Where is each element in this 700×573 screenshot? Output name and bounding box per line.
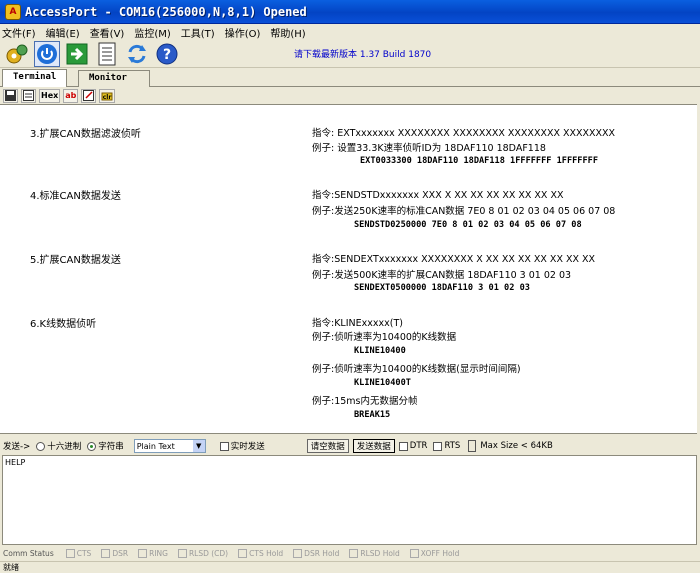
chevron-down-icon: ▼: [192, 440, 205, 452]
example-code: BREAK15: [354, 410, 391, 420]
send-label: 发送->: [3, 442, 31, 452]
window-title: AccessPort - COM16(256000,N,8,1) Opened: [25, 4, 307, 19]
menu-edit[interactable]: 编辑(E): [46, 25, 80, 40]
radio-hex[interactable]: [36, 441, 46, 451]
update-notice[interactable]: 请下载最新版本 1.37 Build 1870: [294, 47, 431, 60]
status-cts-hold: CTS Hold: [232, 548, 283, 558]
example-line: 例子: 设置33.3K速率侦听ID为 18DAF110 18DAF118: [312, 143, 546, 154]
example-code: SENDEXT0500000 18DAF110 3 01 02 03: [354, 283, 530, 293]
comm-status-bar: Comm Status CTS DSR RING RLSD (CD) CTS H…: [0, 546, 700, 560]
example-code: SENDSTD0250000 7E0 8 01 02 03 04 05 06 0…: [354, 220, 582, 230]
command-line: 指令:KLINExxxxx(T): [312, 318, 403, 329]
tab-monitor[interactable]: Monitor: [78, 70, 150, 87]
format-select[interactable]: Plain Text ▼: [133, 439, 206, 453]
dtr-checkbox[interactable]: [398, 441, 408, 451]
terminal-output[interactable]: 3.扩展CAN数据滤波侦听 指令: EXTxxxxxxx XXXXXXXX XX…: [0, 104, 697, 434]
section-title: 6.K线数据侦听: [30, 319, 97, 330]
terminal-toolbar: Hex ab clr: [0, 87, 700, 104]
realtime-label: 实时发送: [230, 442, 265, 452]
radio-hex-label: 十六进制: [47, 442, 82, 452]
realtime-checkbox[interactable]: [219, 441, 229, 451]
example-line: 例子:发送250K速率的标准CAN数据 7E0 8 01 02 03 04 05…: [312, 206, 616, 217]
command-line: 指令: EXTxxxxxxx XXXXXXXX XXXXXXXX XXXXXXX…: [312, 128, 616, 139]
example-line: 例子:15ms内无数据分帧: [312, 396, 418, 407]
section-title: 5.扩展CAN数据发送: [30, 255, 121, 266]
menu-help[interactable]: 帮助(H): [270, 25, 305, 40]
max-size-label: Max Size < 64KB: [480, 441, 553, 451]
clear-data-button[interactable]: 请空数据: [306, 439, 349, 453]
clear-icon[interactable]: clr: [99, 88, 116, 103]
svg-text:?: ?: [163, 47, 171, 63]
menu-view[interactable]: 查看(V): [90, 25, 125, 40]
help-icon[interactable]: ?: [154, 41, 180, 67]
status-dsr: DSR: [95, 548, 128, 558]
command-line: 指令:SENDSTDxxxxxxx XXX X XX XX XX XX XX X…: [312, 190, 564, 201]
menu-tools[interactable]: 工具(T): [181, 25, 215, 40]
example-code: KLINE10400: [354, 346, 406, 356]
section-title: 3.扩展CAN数据滤波侦听: [30, 129, 141, 140]
radio-string[interactable]: [87, 441, 97, 451]
comm-status-label: Comm Status: [3, 548, 54, 558]
main-toolbar: ? 请下载最新版本 1.37 Build 1870: [0, 40, 700, 68]
tab-strip: Terminal Monitor: [0, 69, 700, 87]
section-title: 4.标准CAN数据发送: [30, 191, 121, 202]
menu-monitor[interactable]: 监控(M): [134, 25, 170, 40]
menu-bar: 文件(F) 编辑(E) 查看(V) 监控(M) 工具(T) 操作(O) 帮助(H…: [0, 24, 700, 40]
save-icon[interactable]: [3, 88, 18, 103]
open-arrow-icon[interactable]: [64, 41, 90, 67]
refresh-icon[interactable]: [124, 41, 150, 67]
text-view-icon[interactable]: [21, 88, 36, 103]
example-code: KLINE10400T: [354, 378, 411, 388]
status-rlsd-hold: RLSD Hold: [343, 548, 400, 558]
document-icon[interactable]: [94, 41, 120, 67]
settings-gear-icon[interactable]: [4, 41, 30, 67]
status-rlsd: RLSD (CD): [172, 548, 228, 558]
example-line: 例子:发送500K速率的扩展CAN数据 18DAF110 3 01 02 03: [312, 270, 572, 281]
example-line: 例子:侦听速率为10400的K线数据: [312, 332, 457, 343]
send-data-button[interactable]: 发送数据: [352, 439, 395, 453]
ab-button[interactable]: ab: [63, 88, 79, 103]
send-bar: 发送-> 十六进制 字符串 Plain Text ▼ 实时发送 请空数据 发送数…: [0, 438, 700, 454]
dtr-label: DTR: [409, 441, 428, 451]
send-input[interactable]: HELP: [2, 455, 697, 545]
ready-status: 就绪: [0, 561, 700, 572]
radio-string-label: 字符串: [98, 442, 124, 452]
menu-file[interactable]: 文件(F): [2, 25, 36, 40]
hex-button[interactable]: Hex: [39, 88, 61, 103]
svg-text:clr: clr: [103, 94, 112, 101]
edit-icon[interactable]: [81, 88, 97, 103]
example-code: EXT0033300 18DAF110 18DAF118 1FFFFFFF 1F…: [360, 156, 598, 166]
rts-checkbox[interactable]: [433, 441, 443, 451]
title-bar: A AccessPort - COM16(256000,N,8,1) Opene…: [0, 0, 700, 24]
status-dsr-hold: DSR Hold: [287, 548, 339, 558]
status-cts: CTS: [60, 548, 91, 558]
format-select-value: Plain Text: [136, 441, 175, 451]
status-xoff-hold: XOFF Hold: [404, 548, 459, 558]
tab-terminal[interactable]: Terminal: [2, 69, 68, 87]
app-icon: A: [5, 3, 21, 20]
status-ring: RING: [132, 548, 168, 558]
command-line: 指令:SENDEXTxxxxxxx XXXXXXXX X XX XX XX XX…: [312, 254, 596, 265]
power-icon[interactable]: [34, 40, 60, 67]
menu-operate[interactable]: 操作(O): [225, 25, 261, 40]
rts-label: RTS: [444, 441, 461, 451]
example-line: 例子:侦听速率为10400的K线数据(显示时间间隔): [312, 364, 521, 375]
size-indicator: [468, 440, 477, 452]
